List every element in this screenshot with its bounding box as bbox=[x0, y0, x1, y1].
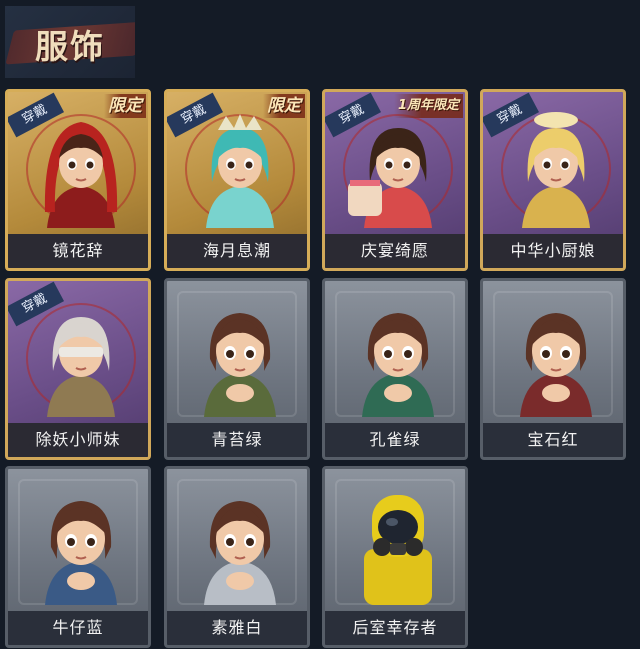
costume-card[interactable]: 宝石红 bbox=[480, 278, 626, 460]
costume-card[interactable]: 穿戴 除妖小师妹 bbox=[5, 278, 151, 460]
costume-card[interactable]: 限定 穿戴 镜花辞 bbox=[5, 89, 151, 271]
costume-name: 后室幸存者 bbox=[325, 611, 465, 645]
limited-badge: 1周年限定 bbox=[393, 94, 463, 118]
section-title: 服饰 bbox=[35, 27, 105, 66]
costume-card[interactable]: 牛仔蓝 bbox=[5, 466, 151, 648]
limited-badge: 限定 bbox=[263, 94, 305, 118]
girl-teal-outfit-portrait-icon bbox=[348, 301, 448, 417]
costume-name: 素雅白 bbox=[167, 611, 307, 645]
girl-red-outfit-portrait-icon bbox=[506, 301, 606, 417]
cake-boy-portrait-icon bbox=[348, 112, 448, 228]
costume-card[interactable]: 素雅白 bbox=[164, 466, 310, 648]
costume-card[interactable]: 青苔绿 bbox=[164, 278, 310, 460]
blindfold-girl-portrait-icon bbox=[31, 301, 131, 417]
costume-card[interactable]: 1周年限定 穿戴 庆宴绮愿 bbox=[322, 89, 468, 271]
costume-card[interactable]: 限定 穿戴 海月息潮 bbox=[164, 89, 310, 271]
costume-name: 宝石红 bbox=[483, 423, 623, 457]
limited-badge: 限定 bbox=[104, 94, 146, 118]
costume-name: 中华小厨娘 bbox=[483, 234, 623, 268]
costume-card[interactable]: 孔雀绿 bbox=[322, 278, 468, 460]
girl-green-outfit-portrait-icon bbox=[190, 301, 290, 417]
costume-name: 海月息潮 bbox=[167, 234, 307, 268]
girl-blue-outfit-portrait-icon bbox=[31, 489, 131, 605]
hazmat-survivor-portrait-icon bbox=[348, 489, 448, 605]
red-hood-girl-portrait-icon bbox=[31, 112, 131, 228]
girl-white-outfit-portrait-icon bbox=[190, 489, 290, 605]
costume-name: 青苔绿 bbox=[167, 423, 307, 457]
costume-name: 庆宴绮愿 bbox=[325, 234, 465, 268]
costume-card[interactable]: 穿戴 中华小厨娘 bbox=[480, 89, 626, 271]
blonde-chef-portrait-icon bbox=[506, 112, 606, 228]
teal-crown-girl-portrait-icon bbox=[190, 112, 290, 228]
costume-name: 孔雀绿 bbox=[325, 423, 465, 457]
costume-card[interactable]: 后室幸存者 bbox=[322, 466, 468, 648]
costume-name: 牛仔蓝 bbox=[8, 611, 148, 645]
section-header: 服饰 bbox=[5, 6, 135, 78]
costume-name: 除妖小师妹 bbox=[8, 423, 148, 457]
costume-name: 镜花辞 bbox=[8, 234, 148, 268]
